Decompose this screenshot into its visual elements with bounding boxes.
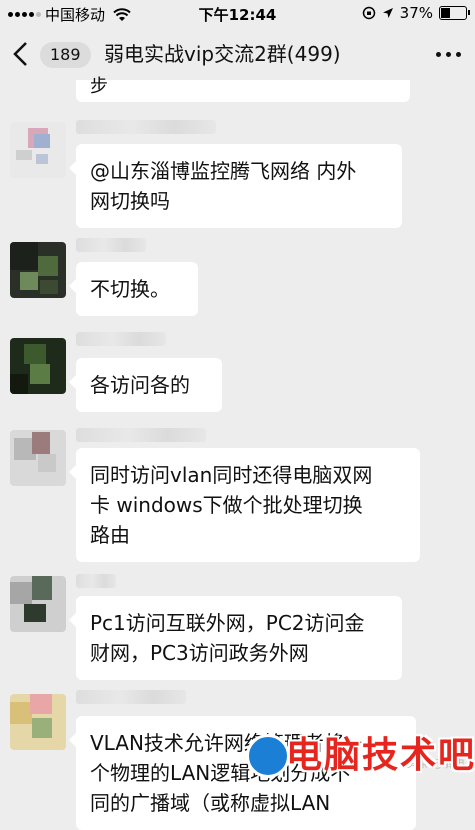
sender-name <box>76 428 206 442</box>
sender-name <box>76 238 146 252</box>
unread-count-badge[interactable]: 189 <box>40 42 91 68</box>
message-bubble[interactable]: @山东淄博监控腾飞网络 内外 网切换吗 <box>69 144 402 228</box>
chat-title: 弱电实战vip交流2群(499) <box>104 42 341 66</box>
rotation-lock-icon <box>362 6 375 20</box>
watermark-logo: 电脑技术吧 <box>240 722 475 792</box>
avatar[interactable] <box>10 430 66 486</box>
message-bubble[interactable]: 不切换。 <box>69 262 198 316</box>
location-icon <box>382 8 393 18</box>
message-bubble[interactable]: 各访问各的 <box>69 358 222 412</box>
brand-logo-icon <box>246 734 290 778</box>
chat-header: 189 弱电实战vip交流2群(499) <box>0 28 475 80</box>
watermark-brand: 电脑技术吧 <box>286 735 475 776</box>
status-bar: 中国移动 下午12:44 37% <box>0 0 475 28</box>
sender-name <box>76 574 116 588</box>
avatar[interactable] <box>10 122 66 178</box>
battery-fill <box>441 8 450 18</box>
back-chevron-icon[interactable] <box>10 40 32 68</box>
avatar[interactable] <box>10 338 66 394</box>
sender-name <box>76 332 166 346</box>
message-text: 同时访问vlan同时还得电脑双网 卡 windows下做个批处理切换 路由 <box>90 463 373 547</box>
previous-message-bubble[interactable]: 步 <box>76 76 410 102</box>
message-bubble[interactable]: 同时访问vlan同时还得电脑双网 卡 windows下做个批处理切换 路由 <box>69 448 420 562</box>
avatar[interactable] <box>10 694 66 750</box>
message-text: Pc1访问互联外网，PC2访问金 财网，PC3访问政务外网 <box>90 611 365 665</box>
sender-name <box>76 120 216 134</box>
battery-icon <box>439 6 470 20</box>
battery-percent: 37% <box>399 4 433 22</box>
message-text: 各访问各的 <box>90 373 190 397</box>
avatar[interactable] <box>10 242 66 298</box>
avatar[interactable] <box>10 576 66 632</box>
previous-message-text: 步 <box>90 76 108 97</box>
message-text: 不切换。 <box>90 277 170 301</box>
message-text: @山东淄博监控腾飞网络 内外 网切换吗 <box>90 159 357 213</box>
sender-name <box>76 690 186 704</box>
more-icon[interactable] <box>436 52 461 57</box>
message-bubble[interactable]: Pc1访问互联外网，PC2访问金 财网，PC3访问政务外网 <box>69 596 402 680</box>
message-list[interactable]: 步 @山东淄博监控腾飞网络 内外 网切换吗 不切换。 各访问各的 同时访问vla… <box>0 76 475 830</box>
